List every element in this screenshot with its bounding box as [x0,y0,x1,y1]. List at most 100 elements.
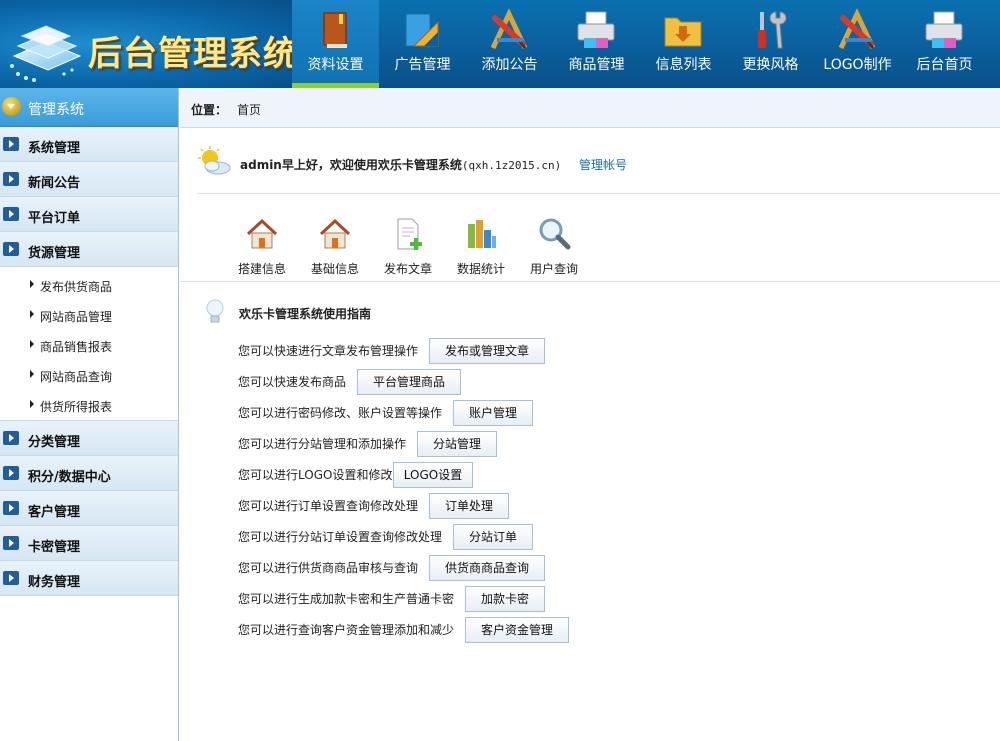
triangle-right-icon [30,370,34,378]
sidebar-subitem-label: 供货所得报表 [40,400,113,414]
sidebar-subitem-product-query[interactable]: 网站商品查询 [0,360,178,390]
triangle-right-icon [30,400,34,408]
guide-row-text: 您可以快速发布商品 [238,375,347,389]
sidebar-group-label: 平台订单 [28,211,81,226]
quick-link-statistics[interactable]: 数据统计 [446,216,516,277]
guide-row-text: 您可以进行密码修改、账户设置等操作 [238,406,443,420]
nav-label: LOGO制作 [823,57,892,73]
welcome-message: admin早上好，欢迎使用欢乐卡管理系统(qxh.1z2015.cn) [240,156,561,173]
nav-label: 商品管理 [568,57,625,73]
account-management-button[interactable]: 账户管理 [453,400,533,426]
nav-item-change-style[interactable]: 更换风格 [727,0,814,88]
sidebar-group-news[interactable]: 新闻公告 [0,162,178,197]
tools-icon [758,11,787,49]
quick-link-publish-article[interactable]: 发布文章 [373,216,443,277]
arrow-right-icon [3,172,19,186]
nav-item-logo-maker[interactable]: LOGO制作 [814,0,901,88]
arrow-right-icon [3,137,19,151]
sidebar-subitem-site-products[interactable]: 网站商品管理 [0,300,178,330]
nav-label: 添加公告 [481,57,538,73]
main-content: 位置： 首页 admin早上好，欢迎使用欢乐卡管理系统(qxh.1z2015.c… [180,88,1000,741]
printer-icon [577,11,615,48]
guide-row-text: 您可以进行生成加款卡密和生产普通卡密 [238,592,455,606]
sidebar-subitem-sales-report[interactable]: 商品销售报表 [0,330,178,360]
nav-item-admin-home[interactable]: 后台首页 [901,0,988,88]
book-icon [323,12,347,48]
manage-articles-button[interactable]: 发布或管理文章 [429,338,545,364]
logo-settings-button[interactable]: LOGO设置 [393,462,473,488]
substation-orders-button[interactable]: 分站订单 [453,524,533,550]
sidebar-title[interactable]: 管理系统 [0,88,178,127]
sidebar-subitem-supply-income[interactable]: 供货所得报表 [0,390,178,420]
house-icon [319,218,351,249]
guide-row-text: 您可以进行LOGO设置和修改 [238,468,393,482]
sidebar-submenu-supply: 发布供货商品 网站商品管理 商品销售报表 网站商品查询 供货所得报表 [0,267,178,421]
supplier-products-query-button[interactable]: 供货商商品查询 [429,555,545,581]
sidebar-group-points-data[interactable]: 积分/数据中心 [0,456,178,491]
sidebar-group-category[interactable]: 分类管理 [0,421,178,456]
printer-icon [925,11,963,48]
folder-download-icon [664,17,702,47]
manage-account-link[interactable]: 管理帐号 [579,156,627,173]
sidebar-group-card-keys[interactable]: 卡密管理 [0,526,178,561]
substation-management-button[interactable]: 分站管理 [417,431,497,457]
sidebar-subitem-label: 网站商品查询 [40,370,113,384]
sidebar-subitem-publish-supply[interactable]: 发布供货商品 [0,270,178,300]
sidebar-group-system[interactable]: 系统管理 [0,127,178,162]
order-processing-button[interactable]: 订单处理 [429,493,509,519]
breadcrumb-label: 位置： [191,103,228,117]
sidebar-group-label: 积分/数据中心 [28,470,111,485]
nav-item-add-announcement[interactable]: 添加公告 [466,0,553,88]
guide-row-text: 您可以进行供货商商品审核与查询 [238,561,419,575]
nav-label: 广告管理 [394,57,451,73]
quick-link-label: 基础信息 [310,262,359,276]
sidebar-subitem-label: 网站商品管理 [40,310,113,324]
house-icon [246,218,278,249]
collapse-toggle-icon[interactable] [2,97,21,116]
nav-item-profile-settings[interactable]: 资料设置 [292,0,379,88]
arrow-right-icon [3,431,19,445]
nav-item-ad-management[interactable]: 广告管理 [379,0,466,88]
nav-item-product-management[interactable]: 商品管理 [553,0,640,88]
triangle-right-icon [30,340,34,348]
triangle-right-icon [30,280,34,288]
guide-row-text: 您可以进行查询客户资金管理添加和减少 [238,623,455,637]
sidebar-group-customers[interactable]: 客户管理 [0,491,178,526]
arrow-right-icon [3,571,19,585]
sidebar-group-supply[interactable]: 货源管理 [0,232,178,267]
platform-products-button[interactable]: 平台管理商品 [357,369,461,395]
sidebar-group-finance[interactable]: 财务管理 [0,561,178,596]
quick-link-label: 搭建信息 [237,262,286,276]
customer-funds-button[interactable]: 客户资金管理 [465,617,569,643]
sidebar-group-label: 系统管理 [28,141,81,156]
quick-link-user-query[interactable]: 用户查询 [519,216,589,277]
nav-item-info-list[interactable]: 信息列表 [640,0,727,88]
nav-label: 更换风格 [742,57,799,73]
arrow-right-icon [3,501,19,515]
top-header: 后台管理系统 资料设置 广告管理 添加公告 商品管理 信息列表 更换风格 LOG… [0,0,1000,88]
quick-link-setup-info[interactable]: 搭建信息 [227,216,297,277]
sidebar-group-label: 财务管理 [28,575,81,590]
recharge-card-key-button[interactable]: 加款卡密 [465,586,545,612]
site-domain: (qxh.1z2015.cn) [461,159,562,172]
guide-row-text: 您可以进行分站订单设置查询修改处理 [238,530,443,544]
logo-area: 后台管理系统 [0,0,297,88]
sidebar-group-orders[interactable]: 平台订单 [0,197,178,232]
nav-label: 后台首页 [916,57,973,73]
sidebar-group-label: 分类管理 [28,435,81,450]
quick-link-basic-info[interactable]: 基础信息 [300,216,370,277]
bar-chart-icon [468,220,496,248]
sidebar-subitem-label: 商品销售报表 [40,340,113,354]
quick-links: 搭建信息 基础信息 发布文章 数据统计 用户查询 [180,210,1000,282]
guide-row-text: 您可以进行订单设置查询修改处理 [238,499,419,513]
welcome-bar: admin早上好，欢迎使用欢乐卡管理系统(qxh.1z2015.cn) 管理帐号 [198,146,1000,194]
sidebar: 管理系统 系统管理 新闻公告 平台订单 货源管理 发布供货商品 网站商品管理 商… [0,88,179,741]
nav-label: 资料设置 [307,57,364,73]
guide-title: 欢乐卡管理系统使用指南 [239,307,372,321]
sidebar-group-label: 客户管理 [28,505,81,520]
arrow-right-icon [3,466,19,480]
sidebar-title-label: 管理系统 [28,102,84,118]
breadcrumb: 位置： 首页 [180,88,1000,128]
quick-link-label: 发布文章 [383,262,432,276]
breadcrumb-current[interactable]: 首页 [237,101,261,118]
